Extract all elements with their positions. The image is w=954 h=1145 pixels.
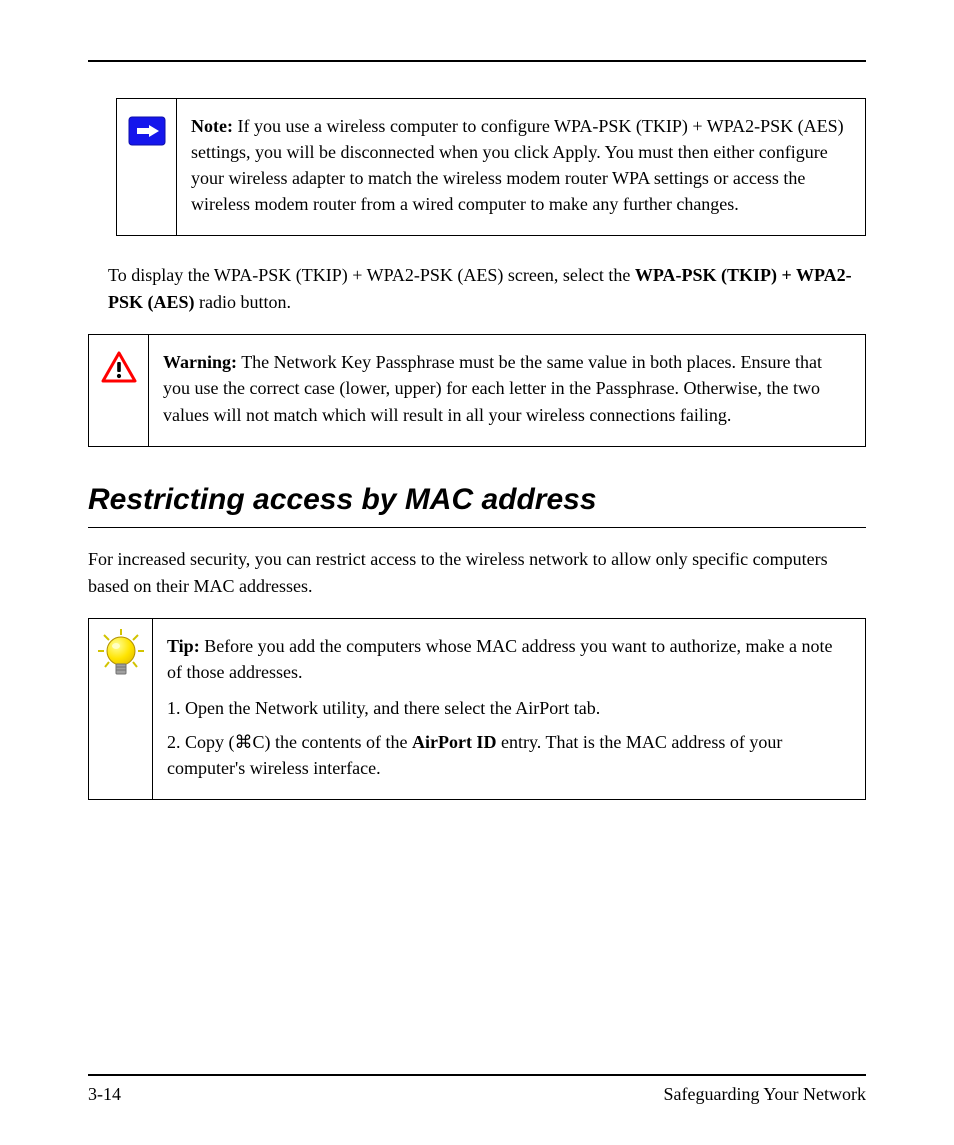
note3-step2: 2. Copy (⌘C) the contents of the AirPort…: [167, 729, 851, 781]
note-label-2: Warning:: [163, 352, 237, 372]
paragraph-2: For increased security, you can restrict…: [88, 546, 866, 600]
note-label-1: Note:: [191, 116, 233, 136]
note-label-3: Tip:: [167, 636, 200, 656]
note-icon-cell-1: [117, 99, 177, 235]
note-icon-cell-3: [89, 619, 153, 799]
arrow-note-icon: [127, 115, 167, 147]
note-box-2: Warning: The Network Key Passphrase must…: [88, 334, 866, 446]
note-icon-cell-2: [89, 335, 149, 445]
note-box-1: Note: If you use a wireless computer to …: [116, 98, 866, 236]
page-number: 3-14: [88, 1084, 121, 1105]
note3-step2-bold: AirPort ID: [412, 732, 496, 752]
note-text-1: If you use a wireless computer to config…: [191, 116, 844, 214]
warning-icon: [101, 351, 137, 383]
page-footer: 3-14 Safeguarding Your Network: [88, 1074, 866, 1105]
note3-step1: 1. Open the Network utility, and there s…: [167, 695, 851, 721]
header-rule: [88, 60, 866, 62]
note-text-2: The Network Key Passphrase must be the s…: [163, 352, 822, 424]
note-text-cell-2: Warning: The Network Key Passphrase must…: [149, 335, 865, 445]
section-heading: Restricting access by MAC address: [88, 483, 866, 517]
note3-before: Before you add the computers whose MAC a…: [167, 636, 833, 682]
section-title: Safeguarding Your Network: [664, 1084, 866, 1105]
note-text-cell-1: Note: If you use a wireless computer to …: [177, 99, 865, 235]
para1-suffix: radio button.: [195, 292, 292, 312]
note3-step2-prefix: 2. Copy (⌘C) the contents of the: [167, 732, 412, 752]
paragraph-1: To display the WPA-PSK (TKIP) + WPA2-PSK…: [108, 262, 866, 316]
para1-prefix: To display the WPA-PSK (TKIP) + WPA2-PSK…: [108, 265, 635, 285]
footer-row: 3-14 Safeguarding Your Network: [88, 1084, 866, 1105]
footer-rule: [88, 1074, 866, 1076]
heading-rule: [88, 527, 866, 528]
page-container: Note: If you use a wireless computer to …: [0, 0, 954, 1145]
note-box-3: Tip: Before you add the computers whose …: [88, 618, 866, 800]
lightbulb-tip-icon: [98, 629, 144, 679]
note-text-cell-3: Tip: Before you add the computers whose …: [153, 619, 865, 799]
